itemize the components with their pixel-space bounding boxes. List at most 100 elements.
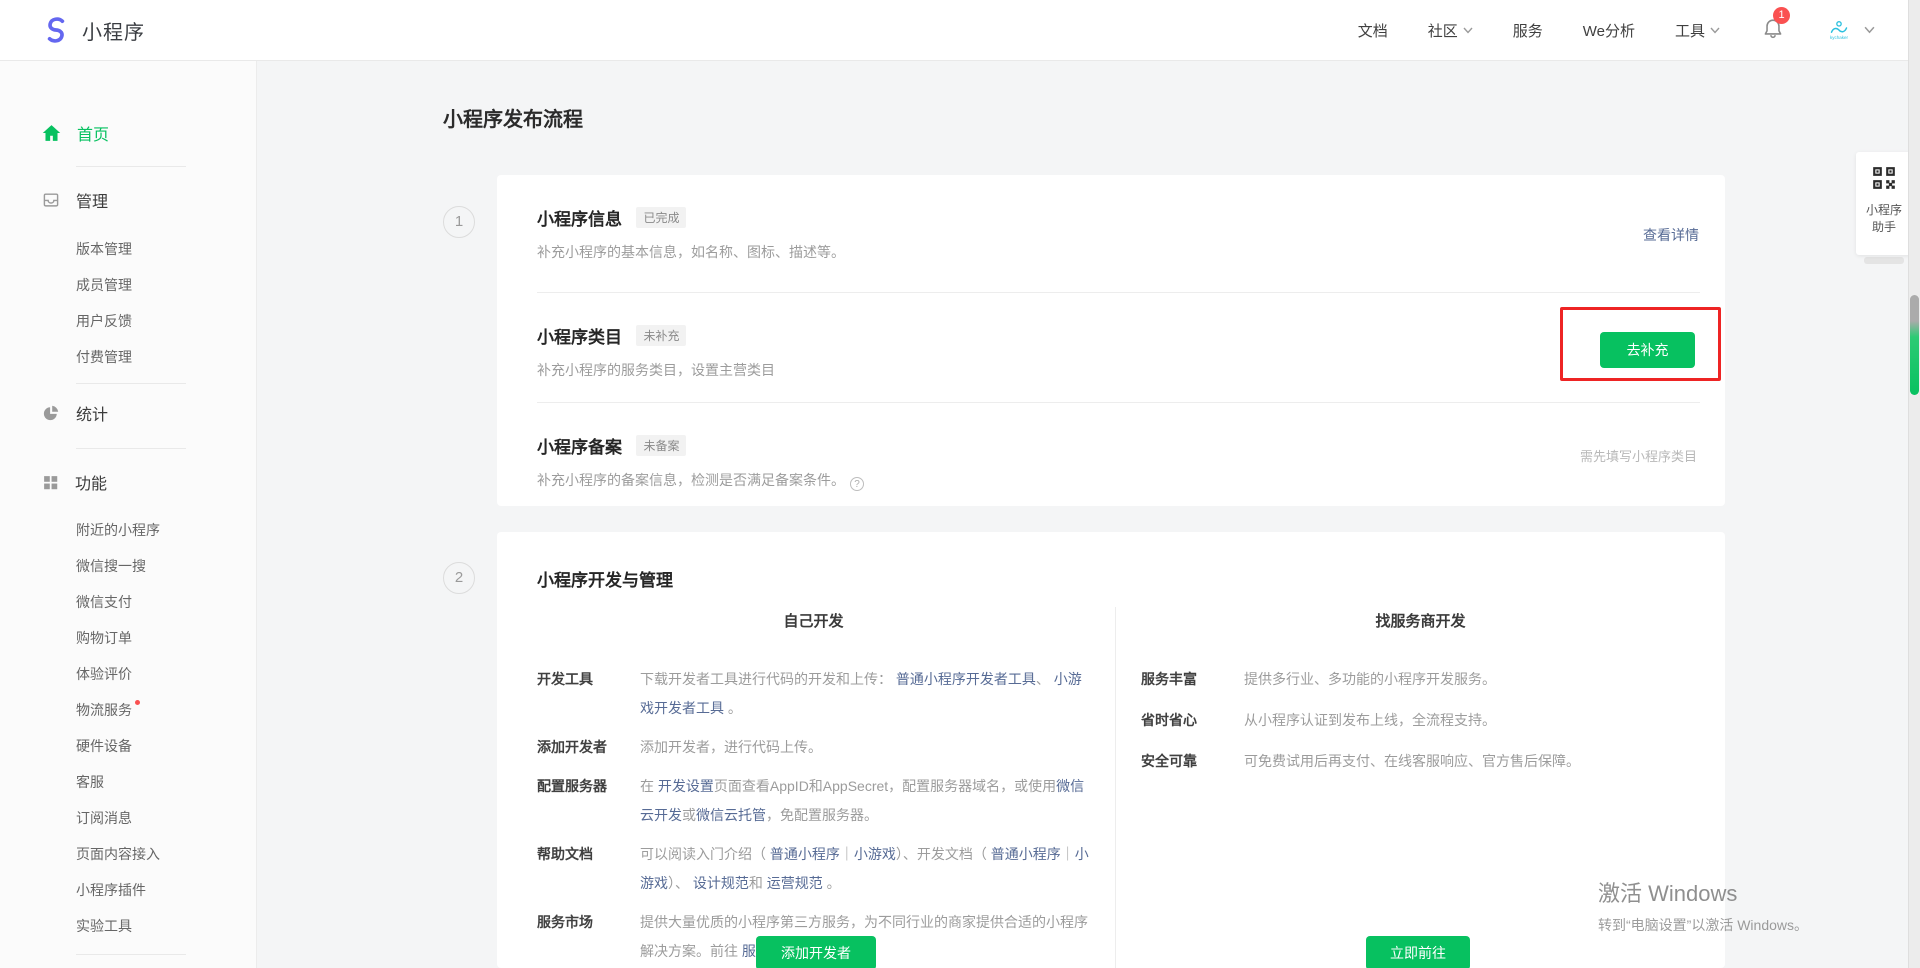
dev-columns: 自己开发 开发工具 下载开发者工具进行代码的开发和上传： 普通小程序开发者工具、… [497, 607, 1725, 968]
docs-miniprogram-link[interactable]: 普通小程序 [991, 846, 1061, 862]
miniprogram-logo-icon [40, 14, 72, 46]
chevron-down-icon [1710, 27, 1720, 34]
section-desc: 补充小程序的备案信息，检测是否满足备案条件。? [537, 470, 1700, 491]
manage-submenu: 版本管理 成员管理 用户反馈 付费管理 [0, 231, 256, 375]
features-submenu: 附近的小程序 微信搜一搜 微信支付 购物订单 体验评价 物流服务 硬件设备 客服… [0, 512, 256, 944]
row-rich-service: 服务丰富 提供多行业、多功能的小程序开发服务。 [1141, 665, 1700, 694]
sidebar-item-customer-service[interactable]: 客服 [0, 764, 256, 800]
nav-we-analytics[interactable]: We分析 [1583, 20, 1635, 41]
section-miniprogram-info: 小程序信息 已完成 补充小程序的基本信息，如名称、图标、描述等。 查看详情 [497, 175, 1725, 292]
nav-docs[interactable]: 文档 [1358, 20, 1388, 41]
go-now-button[interactable]: 立即前往 [1366, 936, 1470, 968]
row-add-developer: 添加开发者 添加开发者，进行代码上传。 [537, 733, 1090, 762]
nav-community[interactable]: 社区 [1428, 20, 1473, 41]
sidebar-item-home[interactable]: 首页 [0, 116, 256, 150]
publish-flow-step1-card: 小程序信息 已完成 补充小程序的基本信息，如名称、图标、描述等。 查看详情 小程… [497, 175, 1725, 506]
scrollbar-track[interactable] [1908, 0, 1920, 968]
row-config-server: 配置服务器 在 开发设置页面查看AppID和AppSecret，配置服务器域名，… [537, 772, 1090, 830]
row-dev-tools: 开发工具 下载开发者工具进行代码的开发和上传： 普通小程序开发者工具、 小游戏开… [537, 665, 1090, 723]
fill-category-button[interactable]: 去补充 [1600, 332, 1695, 368]
sidebar-item-miniprogram-plugin[interactable]: 小程序插件 [0, 872, 256, 908]
sidebar-item-experiment-tools[interactable]: 实验工具 [0, 908, 256, 944]
sidebar-item-subscribe-message[interactable]: 订阅消息 [0, 800, 256, 836]
sidebar-item-wechat-pay[interactable]: 微信支付 [0, 584, 256, 620]
row-help-docs: 帮助文档 可以阅读入门介绍（ 普通小程序｜小游戏）、开发文档（ 普通小程序｜小游… [537, 840, 1090, 898]
card2-title: 小程序开发与管理 [537, 566, 673, 591]
divider [76, 954, 186, 955]
status-badge-completed: 已完成 [636, 207, 686, 228]
step-1-number: 1 [443, 206, 475, 238]
account-menu-chevron-icon[interactable] [1864, 26, 1875, 34]
divider [76, 166, 186, 167]
sidebar-item-nearby-miniprogram[interactable]: 附近的小程序 [0, 512, 256, 548]
dev-settings-link[interactable]: 开发设置 [658, 778, 714, 794]
sidebar-item-version-manage[interactable]: 版本管理 [0, 231, 256, 267]
column-header: 找服务商开发 [1141, 607, 1700, 636]
row-time-saving: 省时省心 从小程序认证到发布上线，全流程支持。 [1141, 706, 1700, 735]
step-2-number: 2 [443, 562, 475, 594]
section-miniprogram-category: 小程序类目 未补充 补充小程序的服务类目，设置主营类目 去补充 [497, 293, 1725, 402]
sidebar: 首页 管理 版本管理 成员管理 用户反馈 付费管理 统计 [0, 61, 257, 968]
section-title: 小程序类目 [537, 323, 622, 348]
notification-bell[interactable]: 1 [1762, 16, 1784, 45]
page-title: 小程序发布流程 [443, 103, 583, 132]
divider [76, 448, 186, 449]
help-icon[interactable]: ? [850, 477, 864, 491]
status-badge-not-filed: 未备案 [636, 435, 686, 456]
header-nav: 文档 社区 服务 We分析 工具 1 kychaker [1318, 15, 1875, 45]
sidebar-item-payment-manage[interactable]: 付费管理 [0, 339, 256, 375]
nav-service[interactable]: 服务 [1513, 20, 1543, 41]
operation-guideline-link[interactable]: 运营规范 [767, 875, 823, 891]
logo-text: 小程序 [82, 16, 145, 45]
section-title: 小程序信息 [537, 205, 622, 230]
nav-tools[interactable]: 工具 [1675, 20, 1720, 41]
new-badge-dot [135, 700, 140, 705]
vendor-develop-column: 找服务商开发 服务丰富 提供多行业、多功能的小程序开发服务。 省时省心 从小程序… [1115, 607, 1725, 968]
pie-chart-icon [42, 404, 60, 422]
scrollbar-thumb[interactable] [1910, 295, 1919, 395]
sidebar-item-experience-review[interactable]: 体验评价 [0, 656, 256, 692]
sidebar-item-features[interactable]: 功能 [0, 465, 256, 499]
collapsed-widget-stub[interactable] [1864, 257, 1904, 264]
account-avatar[interactable]: kychaker [1824, 15, 1854, 45]
sidebar-item-logistics-service[interactable]: 物流服务 [0, 692, 256, 728]
sidebar-item-hardware-device[interactable]: 硬件设备 [0, 728, 256, 764]
assistant-label: 小程序助手 [1863, 202, 1905, 236]
sidebar-item-page-content-access[interactable]: 页面内容接入 [0, 836, 256, 872]
home-icon [42, 124, 61, 142]
section-desc: 补充小程序的基本信息，如名称、图标、描述等。 [537, 242, 1700, 262]
avatar-caption: kychaker [1830, 36, 1848, 41]
avatar-logo-icon [1829, 20, 1849, 36]
devtools-link[interactable]: 普通小程序开发者工具 [896, 671, 1036, 687]
cloud-hosting-link[interactable]: 微信云托管 [696, 807, 766, 823]
sidebar-item-shopping-orders[interactable]: 购物订单 [0, 620, 256, 656]
intro-miniprogram-link[interactable]: 普通小程序 [770, 846, 840, 862]
tray-icon [42, 191, 60, 209]
section-desc: 补充小程序的服务类目，设置主营类目 [537, 360, 1700, 380]
column-header: 自己开发 [537, 607, 1090, 636]
intro-minigame-link[interactable]: 小游戏 [854, 846, 896, 862]
chevron-down-icon [1463, 27, 1473, 34]
sidebar-item-statistics[interactable]: 统计 [0, 396, 256, 430]
qr-code-icon [1871, 165, 1897, 191]
row-safe-reliable: 安全可靠 可免费试用后再支付、在线客服响应、官方售后保障。 [1141, 747, 1700, 776]
miniprogram-assistant-widget[interactable]: 小程序助手 [1856, 152, 1912, 255]
notification-badge: 1 [1773, 7, 1790, 24]
divider [76, 383, 186, 384]
sidebar-item-member-manage[interactable]: 成员管理 [0, 267, 256, 303]
section-title: 小程序备案 [537, 433, 622, 458]
dev-and-manage-card: 小程序开发与管理 自己开发 开发工具 下载开发者工具进行代码的开发和上传： 普通… [497, 532, 1725, 968]
design-guideline-link[interactable]: 设计规范 [693, 875, 749, 891]
sidebar-item-manage[interactable]: 管理 [0, 183, 256, 217]
wechat-miniprogram-console: 小程序 文档 社区 服务 We分析 工具 1 [0, 0, 1920, 968]
sidebar-item-wechat-search[interactable]: 微信搜一搜 [0, 548, 256, 584]
section-miniprogram-beian: 小程序备案 未备案 补充小程序的备案信息，检测是否满足备案条件。? 需先填写小程… [497, 403, 1725, 506]
grid-icon [42, 474, 59, 491]
prerequisite-note: 需先填写小程序类目 [1580, 446, 1697, 465]
miniprogram-logo[interactable]: 小程序 [40, 14, 145, 46]
top-header: 小程序 文档 社区 服务 We分析 工具 1 [0, 0, 1920, 61]
status-badge-missing: 未补充 [636, 325, 686, 346]
add-developer-button[interactable]: 添加开发者 [756, 936, 876, 968]
sidebar-item-user-feedback[interactable]: 用户反馈 [0, 303, 256, 339]
view-details-link[interactable]: 查看详情 [1643, 225, 1699, 245]
